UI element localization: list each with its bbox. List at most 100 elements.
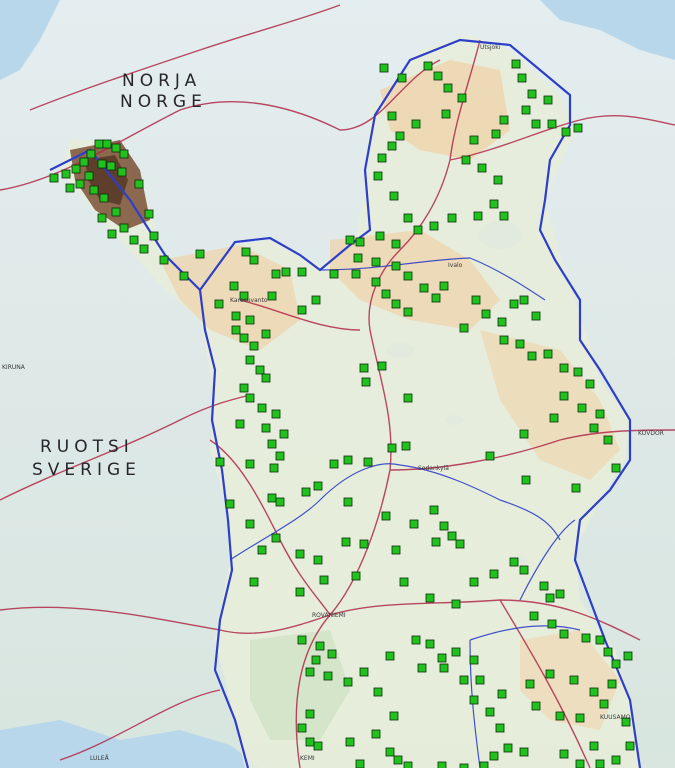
site-marker[interactable]	[295, 549, 305, 559]
site-marker[interactable]	[397, 73, 407, 83]
site-marker[interactable]	[431, 293, 441, 303]
site-marker[interactable]	[241, 247, 251, 257]
site-marker[interactable]	[451, 647, 461, 657]
site-marker[interactable]	[391, 239, 401, 249]
site-marker[interactable]	[409, 519, 419, 529]
site-marker[interactable]	[379, 63, 389, 73]
site-marker[interactable]	[119, 149, 129, 159]
site-marker[interactable]	[195, 249, 205, 259]
site-marker[interactable]	[385, 747, 395, 757]
site-marker[interactable]	[447, 531, 457, 541]
site-marker[interactable]	[129, 235, 139, 245]
site-marker[interactable]	[529, 611, 539, 621]
site-marker[interactable]	[459, 675, 469, 685]
site-marker[interactable]	[261, 373, 271, 383]
site-marker[interactable]	[559, 363, 569, 373]
site-marker[interactable]	[311, 295, 321, 305]
site-marker[interactable]	[573, 367, 583, 377]
site-marker[interactable]	[355, 237, 365, 247]
site-marker[interactable]	[214, 299, 224, 309]
site-marker[interactable]	[469, 695, 479, 705]
site-marker[interactable]	[531, 701, 541, 711]
site-marker[interactable]	[351, 571, 361, 581]
site-marker[interactable]	[439, 281, 449, 291]
site-marker[interactable]	[359, 539, 369, 549]
site-marker[interactable]	[245, 393, 255, 403]
site-marker[interactable]	[589, 741, 599, 751]
site-marker[interactable]	[509, 557, 519, 567]
site-marker[interactable]	[229, 281, 239, 291]
site-marker[interactable]	[279, 429, 289, 439]
site-marker[interactable]	[107, 229, 117, 239]
site-marker[interactable]	[545, 593, 555, 603]
site-marker[interactable]	[425, 639, 435, 649]
site-marker[interactable]	[245, 355, 255, 365]
site-marker[interactable]	[607, 679, 617, 689]
site-marker[interactable]	[469, 655, 479, 665]
site-marker[interactable]	[329, 459, 339, 469]
site-marker[interactable]	[459, 763, 469, 768]
site-marker[interactable]	[419, 283, 429, 293]
site-marker[interactable]	[475, 675, 485, 685]
site-marker[interactable]	[281, 267, 291, 277]
site-marker[interactable]	[577, 403, 587, 413]
site-marker[interactable]	[86, 149, 96, 159]
site-marker[interactable]	[509, 299, 519, 309]
site-marker[interactable]	[267, 291, 277, 301]
site-marker[interactable]	[341, 537, 351, 547]
site-marker[interactable]	[603, 647, 613, 657]
site-marker[interactable]	[611, 755, 621, 765]
site-marker[interactable]	[469, 577, 479, 587]
site-marker[interactable]	[519, 565, 529, 575]
site-marker[interactable]	[485, 451, 495, 461]
site-marker[interactable]	[249, 577, 259, 587]
site-marker[interactable]	[215, 457, 225, 467]
site-marker[interactable]	[559, 391, 569, 401]
site-marker[interactable]	[495, 723, 505, 733]
site-marker[interactable]	[531, 119, 541, 129]
site-marker[interactable]	[549, 413, 559, 423]
site-marker[interactable]	[611, 463, 621, 473]
site-marker[interactable]	[433, 71, 443, 81]
site-marker[interactable]	[459, 323, 469, 333]
site-marker[interactable]	[403, 213, 413, 223]
site-marker[interactable]	[71, 164, 81, 174]
site-marker[interactable]	[569, 675, 579, 685]
site-marker[interactable]	[239, 383, 249, 393]
site-marker[interactable]	[75, 179, 85, 189]
site-marker[interactable]	[371, 729, 381, 739]
site-marker[interactable]	[497, 317, 507, 327]
site-marker[interactable]	[559, 749, 569, 759]
site-marker[interactable]	[477, 163, 487, 173]
site-marker[interactable]	[373, 171, 383, 181]
site-marker[interactable]	[393, 755, 403, 765]
site-marker[interactable]	[261, 423, 271, 433]
site-marker[interactable]	[375, 231, 385, 241]
site-marker[interactable]	[371, 277, 381, 287]
site-marker[interactable]	[271, 269, 281, 279]
site-marker[interactable]	[245, 519, 255, 529]
site-marker[interactable]	[519, 747, 529, 757]
site-marker[interactable]	[543, 349, 553, 359]
site-marker[interactable]	[585, 379, 595, 389]
site-marker[interactable]	[269, 463, 279, 473]
site-marker[interactable]	[295, 587, 305, 597]
site-marker[interactable]	[439, 521, 449, 531]
site-marker[interactable]	[417, 663, 427, 673]
site-marker[interactable]	[503, 743, 513, 753]
site-marker[interactable]	[231, 311, 241, 321]
site-marker[interactable]	[117, 167, 127, 177]
site-marker[interactable]	[159, 255, 169, 265]
site-marker[interactable]	[543, 95, 553, 105]
site-marker[interactable]	[491, 129, 501, 139]
site-marker[interactable]	[481, 309, 491, 319]
site-marker[interactable]	[311, 655, 321, 665]
site-marker[interactable]	[589, 687, 599, 697]
site-marker[interactable]	[401, 441, 411, 451]
site-marker[interactable]	[79, 157, 89, 167]
site-marker[interactable]	[275, 497, 285, 507]
site-marker[interactable]	[297, 723, 307, 733]
site-marker[interactable]	[389, 191, 399, 201]
site-marker[interactable]	[231, 325, 241, 335]
site-marker[interactable]	[343, 677, 353, 687]
